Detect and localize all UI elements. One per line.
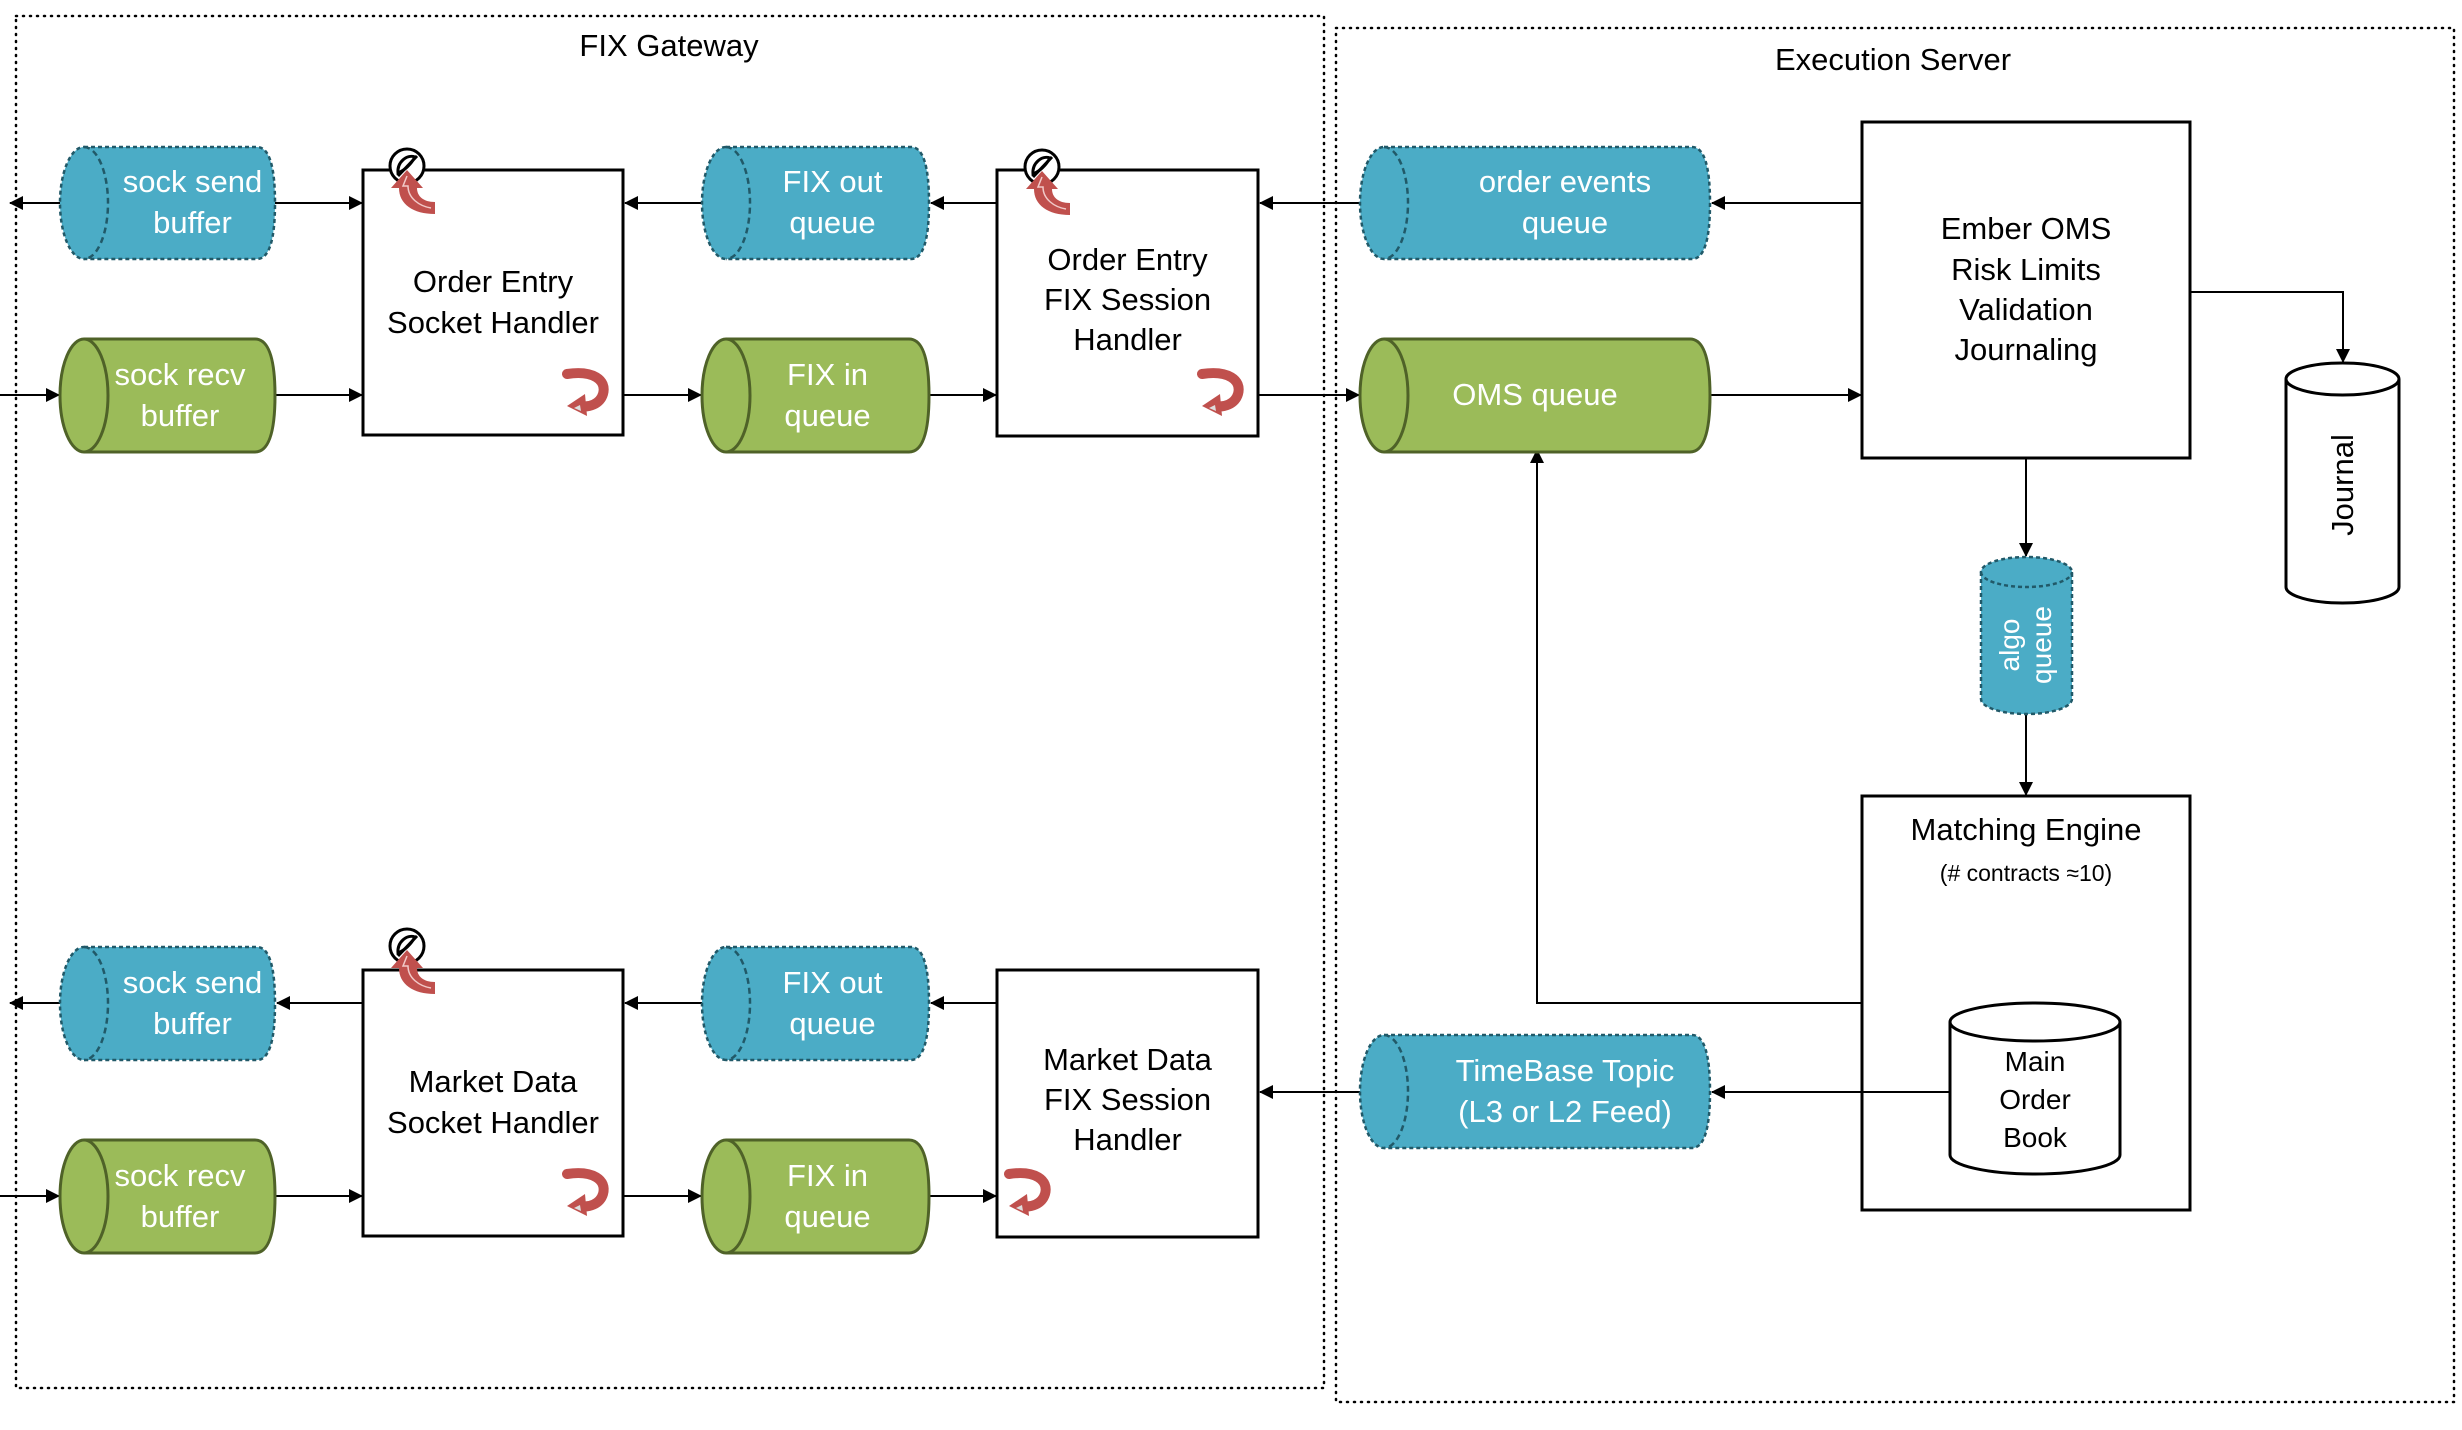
matching-engine-note: (# contracts ≈10) <box>1939 860 2113 887</box>
execution-server-title: Execution Server <box>1774 42 2012 77</box>
oe-fix-out-queue: FIX out queue <box>782 164 883 240</box>
md-fix-in-queue: FIX in queue <box>784 1158 871 1234</box>
oms-queue: OMS queue <box>1452 377 1618 413</box>
oe-fix-in-queue: FIX in queue <box>784 357 871 433</box>
oe-sock-send-buffer: sock send buffer <box>122 164 263 240</box>
order-events-queue: order events queue <box>1478 164 1652 240</box>
ember-oms-label: Ember OMS Risk Limits Validation Journaling <box>1940 211 2112 368</box>
md-fix-session-handler-label: Market Data FIX Session Handler <box>1043 1041 1212 1158</box>
ember-to-journal-arrow <box>2190 291 2350 363</box>
fix-gateway-title: FIX Gateway <box>579 28 759 63</box>
matching-engine-label: Matching Engine <box>1910 811 2142 847</box>
md-sock-recv-buffer: sock recv buffer <box>114 1158 246 1234</box>
oe-sock-recv-buffer: sock recv buffer <box>114 357 246 433</box>
md-sock-send-buffer: sock send buffer <box>122 965 263 1041</box>
main-order-book-label: Main Order Book <box>1999 1046 2071 1153</box>
md-socket-handler-label: Market Data Socket Handler <box>387 1064 599 1140</box>
oe-fix-session-handler-label: Order Entry FIX Session Handler <box>1043 241 1212 358</box>
journal-label: Journal <box>2324 434 2360 536</box>
algo-queue-label: algo queue <box>1993 606 2057 684</box>
matching-to-oms-arrow <box>1530 449 1862 1004</box>
oe-socket-handler-label: Order Entry Socket Handler <box>387 264 599 340</box>
timebase-topic: TimeBase Topic (L3 or L2 Feed) <box>1455 1053 1675 1129</box>
md-fix-out-queue: FIX out queue <box>782 965 883 1041</box>
